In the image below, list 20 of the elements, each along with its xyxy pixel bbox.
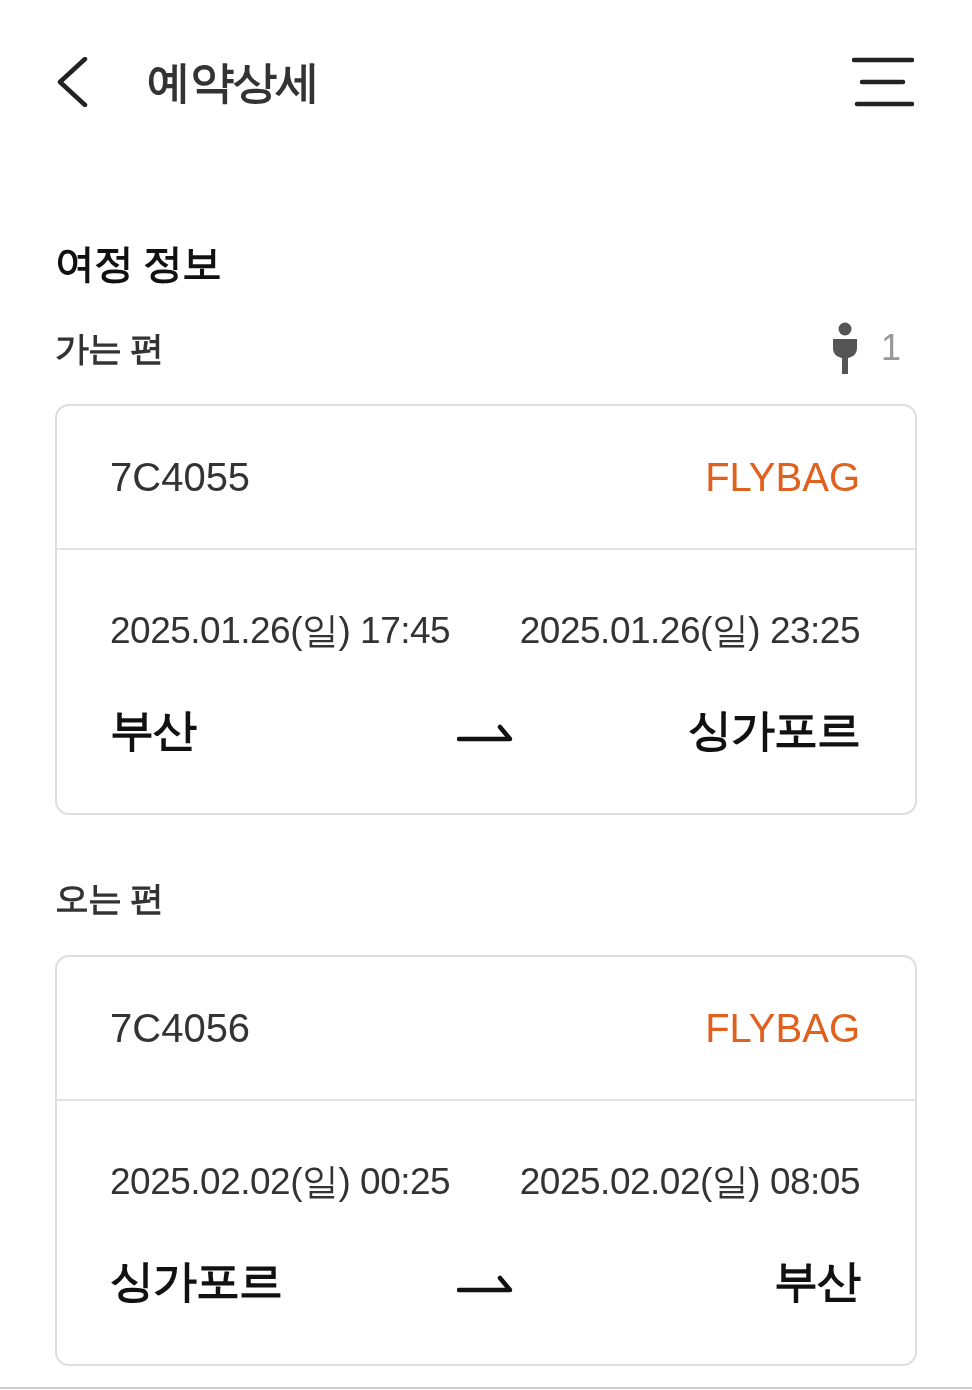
- origin-city: 싱가포르: [110, 1259, 282, 1303]
- origin-city: 부산: [110, 708, 196, 752]
- person-icon: [830, 322, 859, 374]
- page-title: 예약상세: [147, 60, 319, 104]
- arrival-time: 2025.02.02(일) 08:05: [519, 1162, 860, 1200]
- destination-city: 싱가포르: [688, 708, 860, 752]
- section-title: 여정 정보: [55, 243, 222, 283]
- flight-number: 7C4055: [110, 457, 251, 497]
- fare-type: FLYBAG: [705, 457, 860, 497]
- fare-type: FLYBAG: [705, 1008, 860, 1048]
- menu-icon[interactable]: [852, 57, 914, 107]
- flight-number: 7C4056: [110, 1008, 251, 1048]
- leg-label: 가는 편: [55, 331, 164, 365]
- departure-time: 2025.02.02(일) 00:25: [110, 1162, 451, 1200]
- destination-city: 부산: [774, 1259, 860, 1303]
- arrival-time: 2025.01.26(일) 23:25: [519, 611, 860, 649]
- departure-time: 2025.01.26(일) 17:45: [110, 611, 451, 649]
- back-icon[interactable]: [56, 57, 88, 107]
- leg-label: 오는 편: [55, 881, 164, 915]
- passenger-count: 1: [880, 330, 901, 366]
